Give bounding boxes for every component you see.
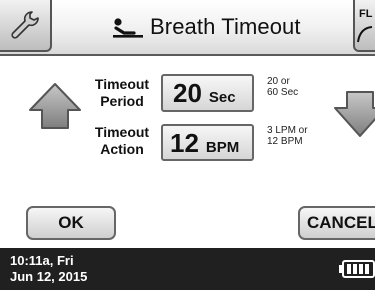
timeout-action-hint-line2: 12 BPM: [267, 136, 303, 147]
timeout-period-hint: 20 or 60 Sec: [267, 76, 298, 98]
settings-button[interactable]: [0, 0, 52, 52]
timeout-action-value-field[interactable]: 12 BPM: [161, 124, 254, 161]
battery-icon: [339, 260, 375, 278]
timeout-period-unit: Sec: [208, 89, 236, 106]
timeout-action-unit: BPM: [205, 139, 240, 156]
timeout-action-label-line1: Timeout: [94, 124, 150, 140]
header-bar: Breath Timeout FL: [0, 0, 375, 56]
arrow-down-icon[interactable]: [333, 88, 375, 138]
status-time: 10:11a, Fri: [10, 253, 74, 268]
timeout-action-hint: 3 LPM or 12 BPM: [267, 125, 308, 147]
timeout-period-value-field[interactable]: 20 Sec: [161, 74, 254, 112]
timeout-period-label-line1: Timeout: [94, 76, 150, 92]
timeout-action-value: 12: [170, 128, 199, 158]
timeout-period-label-line2: Period: [100, 93, 144, 109]
fl-button[interactable]: FL: [353, 0, 375, 52]
title-group: Breath Timeout: [112, 12, 301, 42]
status-bar: 10:11a, Fri Jun 12, 2015: [0, 248, 375, 290]
timeout-period-hint-line1: 20 or: [267, 76, 290, 87]
reclining-person-icon: [112, 14, 144, 40]
ok-button[interactable]: OK: [26, 206, 116, 240]
timeout-action-hint-line1: 3 LPM or: [267, 125, 308, 136]
wrench-icon: [11, 11, 39, 39]
cancel-button[interactable]: CANCEL: [298, 206, 375, 240]
status-date: Jun 12, 2015: [10, 269, 88, 284]
timeout-action-label-line2: Action: [100, 141, 144, 157]
breath-timeout-screen: Breath Timeout FL Timeout Period 20 Sec …: [0, 0, 375, 290]
page-title: Breath Timeout: [150, 14, 301, 39]
timeout-period-hint-line2: 60 Sec: [267, 87, 299, 98]
timeout-period-label: Timeout Period: [82, 76, 162, 110]
curve-icon: [357, 26, 373, 43]
timeout-period-value: 20: [173, 78, 202, 108]
arrow-up-icon[interactable]: [28, 82, 82, 132]
timeout-action-label: Timeout Action: [82, 124, 162, 158]
fl-button-label: FL: [359, 8, 373, 20]
